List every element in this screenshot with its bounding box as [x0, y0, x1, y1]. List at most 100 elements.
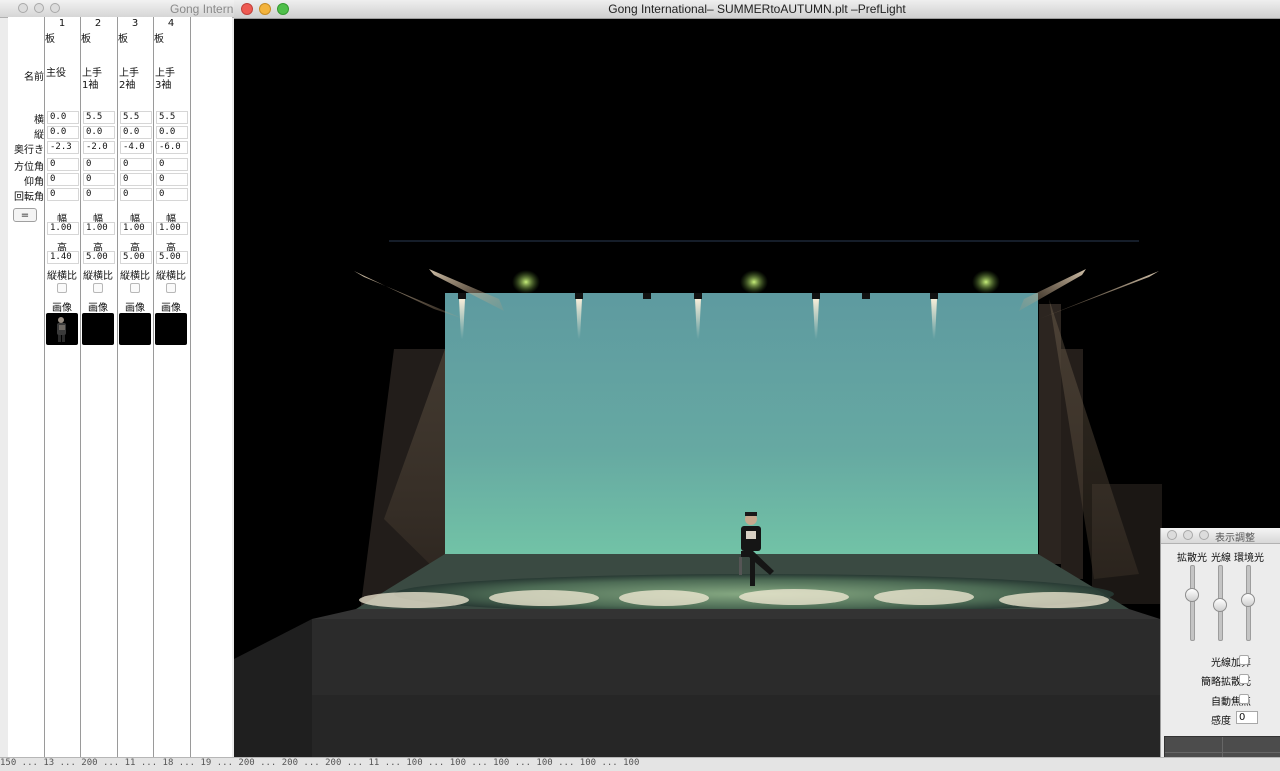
column-divider: [153, 17, 154, 757]
name-line1: 上手: [155, 68, 175, 79]
beam-slider-knob[interactable]: [1213, 598, 1227, 612]
x-field[interactable]: 5.5: [156, 111, 188, 124]
ambient-light-slider-knob[interactable]: [1241, 592, 1255, 607]
display-adjust-title: 表示調整: [1215, 533, 1255, 544]
close-icon[interactable]: [1167, 530, 1177, 540]
aspect-checkbox[interactable]: [166, 283, 176, 293]
beam-add-checkbox[interactable]: [1239, 655, 1249, 665]
row-label-depth: 奥行き: [14, 145, 44, 156]
row-label-elevation: 仰角: [24, 177, 44, 188]
stage-3d-viewport[interactable]: [234, 19, 1280, 770]
ambient-light-label: 環境光: [1234, 553, 1264, 564]
rotation-field[interactable]: 0: [120, 188, 152, 201]
name-field[interactable]: 上手 3袖: [155, 68, 185, 106]
image-thumbnail[interactable]: [46, 313, 78, 345]
column-number: 4: [167, 18, 175, 29]
display-adjust-panel: 表示調整 拡散光 光線 環境光 光線加算 簡略拡散光 自動焦点 感度 0: [1160, 528, 1280, 770]
property-window-titlebar[interactable]: Gong Intern: [0, 0, 236, 18]
name-field[interactable]: 上手 1袖: [82, 68, 112, 106]
name-field[interactable]: 上手 2袖: [119, 68, 149, 106]
row-label-rotation: 回転角: [14, 192, 44, 203]
width-field[interactable]: 1.00: [47, 222, 79, 235]
elevation-field[interactable]: 0: [47, 173, 79, 186]
column-number: 2: [94, 18, 102, 29]
image-thumbnail[interactable]: [119, 313, 151, 345]
aspect-checkbox[interactable]: [93, 283, 103, 293]
x-field[interactable]: 5.5: [120, 111, 152, 124]
bottom-scrollbar[interactable]: 150 ... 13 ... 200 ... 11 ... 18 ... 19 …: [0, 757, 1280, 771]
height-field[interactable]: 5.00: [156, 251, 188, 264]
green-spot-1: [512, 270, 540, 294]
column-type: 板: [45, 34, 55, 45]
name-line1: 主役: [46, 68, 66, 79]
row-label-x: 横: [34, 115, 44, 126]
name-line2: 1袖: [82, 80, 99, 91]
height-field[interactable]: 5.00: [83, 251, 115, 264]
azimuth-field[interactable]: 0: [83, 158, 115, 171]
rotation-field[interactable]: 0: [83, 188, 115, 201]
display-adjust-titlebar[interactable]: 表示調整: [1161, 528, 1280, 544]
sensitivity-input[interactable]: 0: [1236, 711, 1258, 724]
aspect-label: 縦横比: [47, 271, 77, 282]
name-line1: 上手: [119, 68, 139, 79]
cyclorama-backdrop: [445, 293, 1038, 556]
elevation-field[interactable]: 0: [156, 173, 188, 186]
height-field[interactable]: 1.40: [47, 251, 79, 264]
name-field[interactable]: 主役: [46, 68, 76, 106]
azimuth-field[interactable]: 0: [120, 158, 152, 171]
azimuth-field[interactable]: 0: [156, 158, 188, 171]
property-window: Gong Intern 名前 横 縦 奥行き 方位角 仰角 回転角 = 1 板 …: [0, 0, 236, 770]
beam-label: 光線: [1211, 553, 1231, 564]
elevation-field[interactable]: 0: [83, 173, 115, 186]
green-spot-2: [740, 270, 768, 294]
y-field[interactable]: 0.0: [156, 126, 188, 139]
image-thumbnail[interactable]: [155, 313, 187, 345]
depth-field[interactable]: -2.3: [47, 141, 79, 154]
column-type: 板: [154, 34, 164, 45]
width-field[interactable]: 1.00: [156, 222, 188, 235]
rotation-field[interactable]: 0: [156, 188, 188, 201]
y-field[interactable]: 0.0: [83, 126, 115, 139]
azimuth-field[interactable]: 0: [47, 158, 79, 171]
image-thumbnail[interactable]: [82, 313, 114, 345]
y-field[interactable]: 0.0: [120, 126, 152, 139]
property-window-title: Gong Intern: [170, 2, 234, 16]
name-line2: 3袖: [155, 80, 172, 91]
zoom-icon[interactable]: [50, 3, 60, 13]
column-divider: [117, 17, 118, 757]
width-field[interactable]: 1.00: [83, 222, 115, 235]
column-number: 3: [131, 18, 139, 29]
rotation-field[interactable]: 0: [47, 188, 79, 201]
simple-diffuse-checkbox[interactable]: [1239, 674, 1249, 684]
diffuse-light-slider[interactable]: [1190, 565, 1195, 641]
name-line2: 2袖: [119, 80, 136, 91]
depth-field[interactable]: -2.0: [83, 141, 115, 154]
elevation-field[interactable]: 0: [120, 173, 152, 186]
y-field[interactable]: 0.0: [47, 126, 79, 139]
stage-view-window: Gong International– SUMMERtoAUTUMN.plt –…: [234, 0, 1280, 770]
close-icon[interactable]: [18, 3, 28, 13]
stage-view-titlebar[interactable]: Gong International– SUMMERtoAUTUMN.plt –…: [234, 0, 1280, 19]
minimize-icon[interactable]: [34, 3, 44, 13]
depth-field[interactable]: -6.0: [156, 141, 188, 154]
aspect-checkbox[interactable]: [130, 283, 140, 293]
width-field[interactable]: 1.00: [120, 222, 152, 235]
lighting-truss: [389, 240, 1139, 242]
name-line1: 上手: [82, 68, 102, 79]
depth-field[interactable]: -4.0: [120, 141, 152, 154]
aspect-label: 縦横比: [120, 271, 150, 282]
minimize-icon[interactable]: [1183, 530, 1193, 540]
zoom-icon[interactable]: [1199, 530, 1209, 540]
column-divider: [80, 17, 81, 757]
height-field[interactable]: 5.00: [120, 251, 152, 264]
column-divider: [44, 17, 45, 757]
column-divider: [190, 17, 191, 757]
image-label: 画像: [52, 303, 72, 314]
diffuse-light-slider-knob[interactable]: [1185, 587, 1199, 602]
x-field[interactable]: 5.5: [83, 111, 115, 124]
x-field[interactable]: 0.0: [47, 111, 79, 124]
auto-focus-checkbox[interactable]: [1239, 694, 1249, 704]
aspect-checkbox[interactable]: [57, 283, 67, 293]
column-number: 1: [58, 18, 66, 29]
equal-button[interactable]: =: [13, 208, 37, 222]
